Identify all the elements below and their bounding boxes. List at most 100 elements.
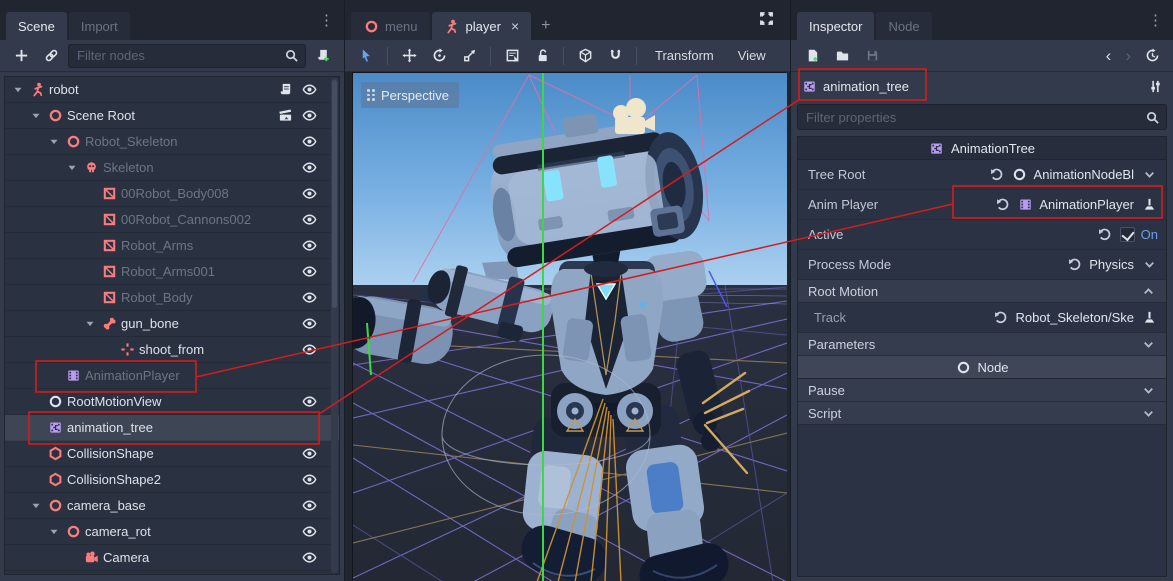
expand-arrow-icon[interactable] bbox=[29, 108, 43, 124]
eye-icon[interactable] bbox=[301, 134, 317, 150]
scene-node-animationplayer[interactable]: AnimationPlayer bbox=[5, 363, 339, 389]
unlock-button[interactable] bbox=[529, 44, 555, 68]
new-resource-button[interactable] bbox=[799, 44, 825, 68]
eye-icon[interactable] bbox=[301, 342, 317, 358]
select-tool-button[interactable] bbox=[353, 44, 379, 68]
inspector-dock-menu-icon[interactable]: ⋮ bbox=[1144, 11, 1167, 29]
scene-node-00robot-body008[interactable]: 00Robot_Body008 bbox=[5, 181, 339, 207]
scene-node-00robot-cannons002[interactable]: 00Robot_Cannons002 bbox=[5, 207, 339, 233]
tab-import[interactable]: Import bbox=[69, 12, 130, 40]
perspective-menu[interactable]: Perspective bbox=[361, 82, 459, 108]
expand-arrow-icon[interactable] bbox=[47, 524, 61, 540]
load-resource-button[interactable] bbox=[829, 44, 855, 68]
scene-node-gun-bone[interactable]: gun_bone bbox=[5, 311, 339, 337]
history-back-icon[interactable]: ‹ bbox=[1100, 46, 1118, 66]
scene-dock-menu-icon[interactable]: ⋮ bbox=[315, 11, 338, 29]
section-root-motion[interactable]: Root Motion bbox=[798, 280, 1166, 303]
revert-icon[interactable] bbox=[991, 310, 1009, 326]
section-script[interactable]: Script bbox=[798, 402, 1166, 425]
extra-settings-icon[interactable] bbox=[1147, 78, 1163, 94]
eye-icon[interactable] bbox=[301, 446, 317, 462]
tab-scene[interactable]: Scene bbox=[6, 12, 67, 40]
tab-menu-scene[interactable]: menu bbox=[351, 12, 430, 40]
eye-icon[interactable] bbox=[301, 82, 317, 98]
edited-object-name: animation_tree bbox=[823, 79, 909, 94]
list-select-tool-button[interactable] bbox=[499, 44, 525, 68]
eye-icon[interactable] bbox=[301, 160, 317, 176]
active-checkbox[interactable] bbox=[1120, 227, 1135, 242]
scene-node-collisionshape2[interactable]: CollisionShape2 bbox=[5, 467, 339, 493]
instance-scene-button[interactable] bbox=[38, 44, 64, 68]
edit-nodepath-icon[interactable] bbox=[1140, 310, 1158, 326]
scene-tree-scrollbar[interactable] bbox=[331, 78, 338, 573]
save-resource-button[interactable] bbox=[859, 44, 885, 68]
scene-node-robot-skeleton[interactable]: Robot_Skeleton bbox=[5, 129, 339, 155]
expand-arrow-icon[interactable] bbox=[83, 316, 97, 332]
fullscreen-icon[interactable] bbox=[755, 11, 784, 30]
track-value[interactable]: Robot_Skeleton/Ske bbox=[1015, 310, 1134, 325]
chevron-down-icon[interactable] bbox=[1140, 257, 1158, 273]
eye-icon[interactable] bbox=[301, 394, 317, 410]
expand-arrow-icon[interactable] bbox=[65, 160, 79, 176]
edit-nodepath-icon[interactable] bbox=[1140, 197, 1158, 213]
clapper-icon[interactable] bbox=[277, 108, 293, 124]
tab-player-scene[interactable]: player × bbox=[432, 12, 532, 40]
add-node-button[interactable] bbox=[8, 44, 34, 68]
eye-icon[interactable] bbox=[301, 212, 317, 228]
revert-icon[interactable] bbox=[1065, 257, 1083, 273]
new-script-button[interactable] bbox=[310, 44, 336, 68]
scene-node-robot[interactable]: robot bbox=[5, 77, 339, 103]
expand-arrow-icon[interactable] bbox=[29, 498, 43, 514]
eye-icon[interactable] bbox=[301, 316, 317, 332]
move-tool-button[interactable] bbox=[396, 44, 422, 68]
eye-icon[interactable] bbox=[301, 498, 317, 514]
expand-arrow-icon[interactable] bbox=[47, 134, 61, 150]
close-tab-icon[interactable]: × bbox=[511, 19, 519, 33]
scene-node-skeleton[interactable]: Skeleton bbox=[5, 155, 339, 181]
eye-icon[interactable] bbox=[301, 290, 317, 306]
scene-node-scene-root[interactable]: Scene Root bbox=[5, 103, 339, 129]
section-pause[interactable]: Pause bbox=[798, 379, 1166, 402]
viewport-3d-scene[interactable]: Perspective bbox=[352, 72, 786, 581]
new-tab-button[interactable]: + bbox=[533, 12, 558, 40]
snap-toggle[interactable] bbox=[602, 44, 628, 68]
scene-node-collisionshape[interactable]: CollisionShape bbox=[5, 441, 339, 467]
object-history-icon[interactable] bbox=[1139, 44, 1165, 68]
view-menu[interactable]: View bbox=[728, 48, 776, 63]
revert-icon[interactable] bbox=[988, 167, 1006, 183]
local-space-toggle[interactable] bbox=[572, 44, 598, 68]
scene-node-camera-base[interactable]: camera_base bbox=[5, 493, 339, 519]
eye-icon[interactable] bbox=[301, 108, 317, 124]
tab-node[interactable]: Node bbox=[876, 12, 931, 40]
scene-node-robot-arms001[interactable]: Robot_Arms001 bbox=[5, 259, 339, 285]
history-forward-icon[interactable]: › bbox=[1119, 46, 1137, 66]
anim-player-value[interactable]: AnimationPlayer bbox=[1017, 197, 1134, 213]
script-icon[interactable] bbox=[277, 82, 293, 98]
expand-arrow-icon[interactable] bbox=[11, 82, 25, 98]
rotate-tool-button[interactable] bbox=[426, 44, 452, 68]
revert-icon[interactable] bbox=[1096, 227, 1114, 243]
tab-inspector[interactable]: Inspector bbox=[797, 12, 874, 40]
eye-icon[interactable] bbox=[301, 524, 317, 540]
eye-icon[interactable] bbox=[301, 550, 317, 566]
chevron-down-icon[interactable] bbox=[1140, 167, 1158, 183]
scale-tool-button[interactable] bbox=[456, 44, 482, 68]
scene-node-camera[interactable]: Camera bbox=[5, 545, 339, 571]
scene-filter-input[interactable] bbox=[75, 47, 283, 64]
tree-root-value[interactable]: AnimationNodeBl bbox=[1012, 167, 1134, 183]
inspector-filter-input[interactable] bbox=[804, 109, 1144, 126]
eye-icon[interactable] bbox=[301, 472, 317, 488]
eye-icon[interactable] bbox=[301, 264, 317, 280]
eye-icon[interactable] bbox=[301, 238, 317, 254]
transform-menu[interactable]: Transform bbox=[645, 48, 724, 63]
scene-node-animation-tree[interactable]: animation_tree bbox=[5, 415, 339, 441]
scene-node-rootmotionview[interactable]: RootMotionView bbox=[5, 389, 339, 415]
eye-icon[interactable] bbox=[301, 186, 317, 202]
scene-node-robot-arms[interactable]: Robot_Arms bbox=[5, 233, 339, 259]
scene-node-shoot-from[interactable]: shoot_from bbox=[5, 337, 339, 363]
scene-node-robot-body[interactable]: Robot_Body bbox=[5, 285, 339, 311]
process-mode-value[interactable]: Physics bbox=[1089, 257, 1134, 272]
scene-node-camera-rot[interactable]: camera_rot bbox=[5, 519, 339, 545]
revert-icon[interactable] bbox=[993, 197, 1011, 213]
section-parameters[interactable]: Parameters bbox=[798, 333, 1166, 356]
